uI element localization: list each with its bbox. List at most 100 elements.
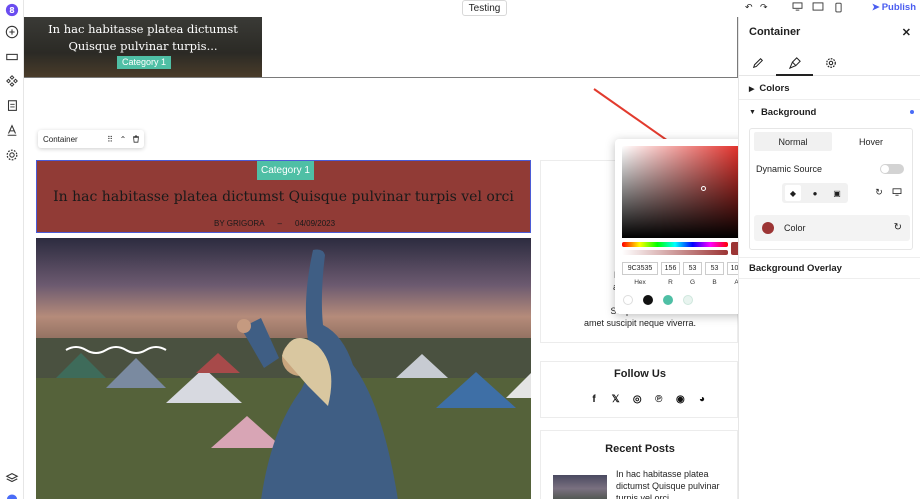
properties-panel: Container ✕ ▶ Colors ▼ Background Normal… — [738, 17, 920, 499]
hero-post-card[interactable]: In hac habitasse platea dictumst Quisque… — [24, 17, 262, 77]
paint-bucket-icon[interactable]: ◆ — [785, 185, 801, 201]
color-label: Color — [784, 223, 806, 233]
green-caption: G — [689, 279, 696, 286]
container-toolbar: Container ⠿ ⌃ — [38, 130, 144, 148]
post-title: In hac habitasse platea dictumst Quisque… — [53, 189, 514, 205]
tab-hover[interactable]: Hover — [832, 132, 910, 151]
reset-icon[interactable]: ↻ — [872, 185, 886, 199]
color-input-fields: 9C3535 Hex 156 R 53 G 53 B 100 A — [622, 262, 746, 286]
pages-icon[interactable] — [3, 97, 21, 115]
swatch-light-mint[interactable] — [683, 295, 693, 305]
typography-icon[interactable] — [3, 121, 21, 139]
responsive-desktop-icon[interactable] — [890, 185, 904, 199]
style-brush-icon[interactable] — [786, 54, 804, 72]
green-input[interactable]: 53 — [683, 262, 702, 275]
x-twitter-icon[interactable]: 𝕏 — [610, 393, 622, 405]
desktop-view-icon[interactable] — [792, 2, 803, 11]
section-colors[interactable]: ▶ Colors — [739, 78, 920, 100]
discord-icon[interactable]: ◕ — [696, 393, 708, 405]
panel-tabs — [739, 50, 920, 76]
section-background[interactable]: ▼ Background — [739, 101, 920, 123]
advanced-gear-icon[interactable] — [822, 54, 840, 72]
section-background-overlay[interactable]: Background Overlay — [739, 257, 920, 279]
social-icons: f 𝕏 ◎ ℗ ◉ ◕ — [588, 393, 708, 405]
alpha-slider[interactable] — [622, 250, 728, 255]
container-toolbar-label: Container — [43, 134, 78, 144]
messenger-icon[interactable]: ◉ — [674, 393, 686, 405]
instagram-icon[interactable]: ◎ — [631, 393, 643, 405]
section-background-label: Background — [760, 106, 817, 118]
tablet-view-icon[interactable] — [812, 2, 824, 11]
recent-post-thumbnail[interactable] — [553, 475, 607, 499]
rocket-icon: ➤ — [871, 2, 880, 13]
left-toolbar: 8 — [0, 0, 24, 499]
layout-icon[interactable] — [3, 48, 21, 66]
caret-down-icon: ▼ — [749, 108, 756, 116]
dynamic-source-label: Dynamic Source — [756, 164, 823, 174]
mobile-view-icon[interactable] — [835, 2, 842, 13]
color-handle[interactable] — [701, 186, 706, 191]
redo-icon[interactable]: ↷ — [760, 2, 768, 13]
red-input[interactable]: 156 — [661, 262, 680, 275]
hero-category-badge: Category 1 — [117, 56, 172, 69]
close-icon[interactable]: ✕ — [902, 26, 911, 39]
panel-title: Container — [749, 26, 801, 38]
post-date: 04/09/2023 — [295, 219, 336, 228]
app-logo-icon[interactable]: 8 — [3, 1, 21, 19]
facebook-icon[interactable]: f — [588, 393, 600, 405]
top-bar: Testing — [24, 0, 738, 17]
hero-post-title: In hac habitasse platea dictumst Quisque… — [48, 22, 238, 53]
color-swatch[interactable] — [762, 222, 774, 234]
saturation-value-area[interactable] — [622, 146, 746, 238]
color-reset-icon[interactable]: ↻ — [894, 222, 902, 233]
image-icon[interactable]: ▣ — [829, 185, 845, 201]
swatch-black[interactable] — [643, 295, 653, 305]
gradient-drop-icon[interactable]: ● — [807, 185, 823, 201]
components-icon[interactable] — [3, 72, 21, 90]
follow-widget: Follow Us f 𝕏 ◎ ℗ ◉ ◕ — [540, 361, 738, 418]
select-parent-icon[interactable]: ⌃ — [118, 134, 128, 144]
hex-caption: Hex — [634, 279, 646, 286]
follow-title: Follow Us — [614, 368, 666, 380]
settings-icon[interactable] — [3, 146, 21, 164]
caret-right-icon: ▶ — [749, 85, 755, 93]
undo-icon[interactable]: ↶ — [745, 2, 753, 13]
blue-input[interactable]: 53 — [705, 262, 724, 275]
red-caption: R — [668, 279, 673, 286]
post-header-container[interactable]: Category 1 In hac habitasse platea dictu… — [36, 160, 531, 233]
layers-icon[interactable] — [3, 469, 21, 487]
delete-icon[interactable] — [131, 134, 141, 144]
publish-label: Publish — [881, 2, 916, 13]
recent-post-title[interactable]: In hac habitasse platea dictumst Quisque… — [616, 468, 731, 499]
edit-pencil-icon[interactable] — [749, 54, 767, 72]
swatch-teal[interactable] — [663, 295, 673, 305]
post-author: BY GRIGORA — [214, 219, 265, 228]
blue-caption: B — [712, 279, 717, 286]
page-name-tab[interactable]: Testing — [462, 0, 507, 16]
active-tab-indicator — [776, 74, 813, 76]
featured-image — [36, 238, 531, 499]
post-meta: BY GRIGORA – 04/09/2023 — [214, 219, 335, 228]
pinterest-icon[interactable]: ℗ — [653, 393, 665, 405]
publish-button[interactable]: ➤ Publish — [872, 2, 916, 13]
recent-posts-title: Recent Posts — [605, 443, 675, 455]
background-type-selector: ◆ ● ▣ — [782, 183, 848, 203]
color-control[interactable]: Color ↻ — [754, 215, 910, 241]
about-line-5: amet suscipit neque viverra. — [583, 318, 697, 328]
meta-separator: – — [277, 219, 282, 228]
modified-indicator — [910, 110, 914, 114]
post-category-badge[interactable]: Category 1 — [257, 161, 314, 180]
background-controls: Normal Hover Dynamic Source ◆ ● ▣ ↻ Colo… — [749, 128, 913, 250]
dynamic-source-toggle[interactable] — [880, 164, 904, 174]
tab-normal[interactable]: Normal — [754, 132, 832, 151]
swatch-white[interactable] — [623, 295, 633, 305]
hue-slider[interactable] — [622, 242, 728, 247]
section-background-overlay-label: Background Overlay — [749, 262, 842, 274]
recent-posts-widget: Recent Posts In hac habitasse platea dic… — [540, 430, 738, 499]
add-element-icon[interactable] — [3, 23, 21, 41]
preset-swatches — [623, 295, 693, 305]
drag-handle-icon[interactable]: ⠿ — [105, 134, 115, 144]
user-avatar[interactable] — [3, 489, 21, 499]
color-picker-popover: 9C3535 Hex 156 R 53 G 53 B 100 A — [615, 139, 753, 314]
hex-input[interactable]: 9C3535 — [622, 262, 658, 275]
